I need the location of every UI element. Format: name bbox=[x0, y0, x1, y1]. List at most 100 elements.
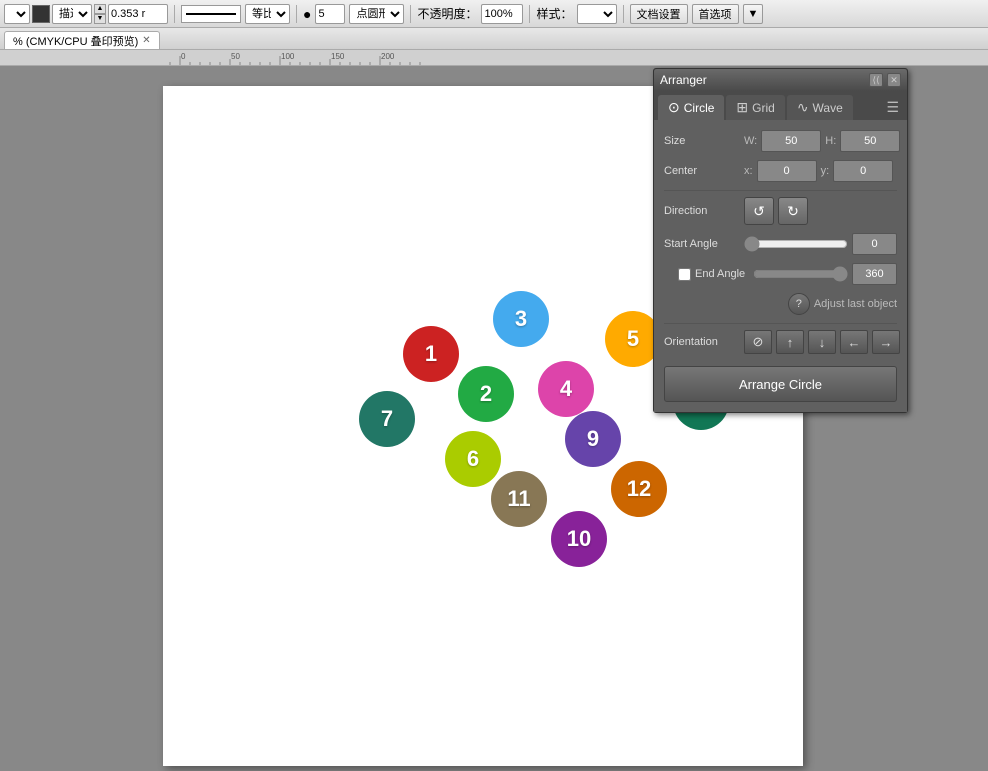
divider-1 bbox=[174, 5, 175, 23]
circle-1[interactable]: 1 bbox=[403, 326, 459, 382]
size-h-input[interactable] bbox=[840, 130, 900, 152]
shape-select[interactable]: 点圆形 bbox=[349, 4, 404, 24]
opacity-input[interactable] bbox=[481, 4, 523, 24]
orientation-buttons: ⊘ ↑ ↓ ← → bbox=[744, 330, 900, 354]
circle-2[interactable]: 2 bbox=[458, 366, 514, 422]
main-area: 123456789101112 Arranger ⟨⟨ ✕ ⊙ Circle ⊞… bbox=[0, 66, 988, 771]
style-select[interactable] bbox=[577, 4, 617, 24]
center-x-input[interactable] bbox=[757, 160, 817, 182]
help-row: ? Adjust last object bbox=[664, 293, 897, 315]
arrange-circle-button[interactable]: Arrange Circle bbox=[664, 366, 897, 402]
size-fields: W: H: bbox=[744, 130, 900, 152]
ruler-svg: 050100150200 bbox=[0, 50, 988, 66]
center-x-label: x: bbox=[744, 165, 753, 177]
divider-3 bbox=[410, 5, 411, 23]
panel-close-btn[interactable]: ✕ bbox=[887, 73, 901, 87]
tab-label: % (CMYK/CPU 叠印预览) bbox=[13, 33, 138, 49]
stroke-select[interactable]: 描边 bbox=[52, 4, 92, 24]
stroke-down-btn[interactable]: ▼ bbox=[94, 14, 106, 24]
tab-wave[interactable]: ∿ Wave bbox=[787, 95, 853, 120]
stroke-value-input[interactable] bbox=[108, 4, 168, 24]
direction-row: Direction ↺ ↻ bbox=[664, 197, 897, 225]
direction-buttons: ↺ ↻ bbox=[744, 197, 808, 225]
size-w-input[interactable] bbox=[761, 130, 821, 152]
orient-down-btn[interactable]: ↓ bbox=[808, 330, 836, 354]
arranger-titlebar[interactable]: Arranger ⟨⟨ ✕ bbox=[654, 69, 907, 91]
arranger-title: Arranger bbox=[660, 73, 707, 87]
divider-2 bbox=[296, 5, 297, 23]
center-y-input[interactable] bbox=[833, 160, 893, 182]
main-tab[interactable]: % (CMYK/CPU 叠印预览) ✕ bbox=[4, 31, 160, 49]
grid-tab-icon: ⊞ bbox=[736, 99, 748, 116]
stroke-up-btn[interactable]: ▲ bbox=[94, 4, 106, 14]
end-angle-slider[interactable] bbox=[753, 267, 848, 281]
end-angle-checkbox[interactable] bbox=[678, 268, 691, 281]
size-label: Size bbox=[664, 135, 744, 147]
circle-tab-label: Circle bbox=[684, 101, 715, 115]
orient-right-btn[interactable]: → bbox=[872, 330, 900, 354]
stroke-spinner[interactable]: ▲ ▼ bbox=[94, 4, 106, 24]
wave-tab-label: Wave bbox=[813, 101, 843, 115]
start-angle-slider[interactable] bbox=[744, 237, 848, 251]
preferences-btn[interactable]: 首选项 bbox=[692, 4, 739, 24]
end-angle-input[interactable] bbox=[852, 263, 897, 285]
tab-circle[interactable]: ⊙ Circle bbox=[658, 95, 724, 120]
circle-12[interactable]: 12 bbox=[611, 461, 667, 517]
circle-4[interactable]: 4 bbox=[538, 361, 594, 417]
orientation-label: Orientation bbox=[664, 336, 744, 348]
orient-left-btn[interactable]: ← bbox=[840, 330, 868, 354]
orient-none-btn[interactable]: ⊘ bbox=[744, 330, 772, 354]
doc-settings-btn[interactable]: 文档设置 bbox=[630, 4, 688, 24]
size-h-label: H: bbox=[825, 135, 836, 147]
ratio-select[interactable]: 等比 bbox=[245, 4, 290, 24]
svg-text:200: 200 bbox=[381, 52, 395, 61]
direction-cw-btn[interactable]: ↻ bbox=[778, 197, 808, 225]
direction-ccw-btn[interactable]: ↺ bbox=[744, 197, 774, 225]
center-row: Center x: y: bbox=[664, 160, 897, 182]
divider-4 bbox=[529, 5, 530, 23]
divider-5 bbox=[623, 5, 624, 23]
arranger-panel: Arranger ⟨⟨ ✕ ⊙ Circle ⊞ Grid ∿ Wave bbox=[653, 68, 908, 413]
arranger-body: Size W: H: Center x: y: bbox=[654, 120, 907, 412]
tab-grid[interactable]: ⊞ Grid bbox=[726, 95, 784, 120]
extra-btn[interactable]: ▼ bbox=[743, 4, 764, 24]
dot-label: ● bbox=[303, 6, 311, 22]
tabbar: % (CMYK/CPU 叠印预览) ✕ bbox=[0, 28, 988, 50]
toolbar-left-group: 描边 ▲ ▼ bbox=[4, 4, 168, 24]
svg-text:0: 0 bbox=[181, 52, 186, 61]
orientation-row: Orientation ⊘ ↑ ↓ ← → bbox=[664, 330, 897, 354]
grid-tab-label: Grid bbox=[752, 101, 775, 115]
circle-tab-icon: ⊙ bbox=[668, 99, 680, 116]
canvas-area[interactable]: 123456789101112 Arranger ⟨⟨ ✕ ⊙ Circle ⊞… bbox=[0, 66, 988, 771]
opacity-label: 不透明度： bbox=[417, 5, 477, 22]
circle-10[interactable]: 10 bbox=[551, 511, 607, 567]
size-row: Size W: H: bbox=[664, 130, 897, 152]
center-label: Center bbox=[664, 165, 744, 177]
svg-text:150: 150 bbox=[331, 52, 345, 61]
tool-select[interactable] bbox=[4, 4, 30, 24]
tab-close-btn[interactable]: ✕ bbox=[142, 35, 150, 46]
arranger-menu-icon[interactable]: ☰ bbox=[882, 95, 903, 120]
center-fields: x: y: bbox=[744, 160, 893, 182]
start-angle-row: Start Angle bbox=[664, 233, 897, 255]
start-angle-input[interactable] bbox=[852, 233, 897, 255]
help-btn[interactable]: ? bbox=[788, 293, 810, 315]
circle-11[interactable]: 11 bbox=[491, 471, 547, 527]
start-angle-label: Start Angle bbox=[664, 238, 744, 250]
direction-label: Direction bbox=[664, 205, 744, 217]
dot-size-input[interactable] bbox=[315, 4, 345, 24]
circle-3[interactable]: 3 bbox=[493, 291, 549, 347]
line-preview bbox=[181, 5, 241, 23]
color-box[interactable] bbox=[32, 5, 50, 23]
circle-9[interactable]: 9 bbox=[565, 411, 621, 467]
toolbar: 描边 ▲ ▼ 等比 ● 点圆形 不透明度： 样式： 文档设置 首选项 ▼ bbox=[0, 0, 988, 28]
divider-1 bbox=[664, 190, 897, 191]
size-w-label: W: bbox=[744, 135, 757, 147]
panel-collapse-btn[interactable]: ⟨⟨ bbox=[869, 73, 883, 87]
end-angle-label: End Angle bbox=[695, 268, 745, 280]
center-y-label: y: bbox=[821, 165, 830, 177]
orient-up-btn[interactable]: ↑ bbox=[776, 330, 804, 354]
circle-7[interactable]: 7 bbox=[359, 391, 415, 447]
style-label: 样式： bbox=[536, 5, 572, 22]
circle-6[interactable]: 6 bbox=[445, 431, 501, 487]
